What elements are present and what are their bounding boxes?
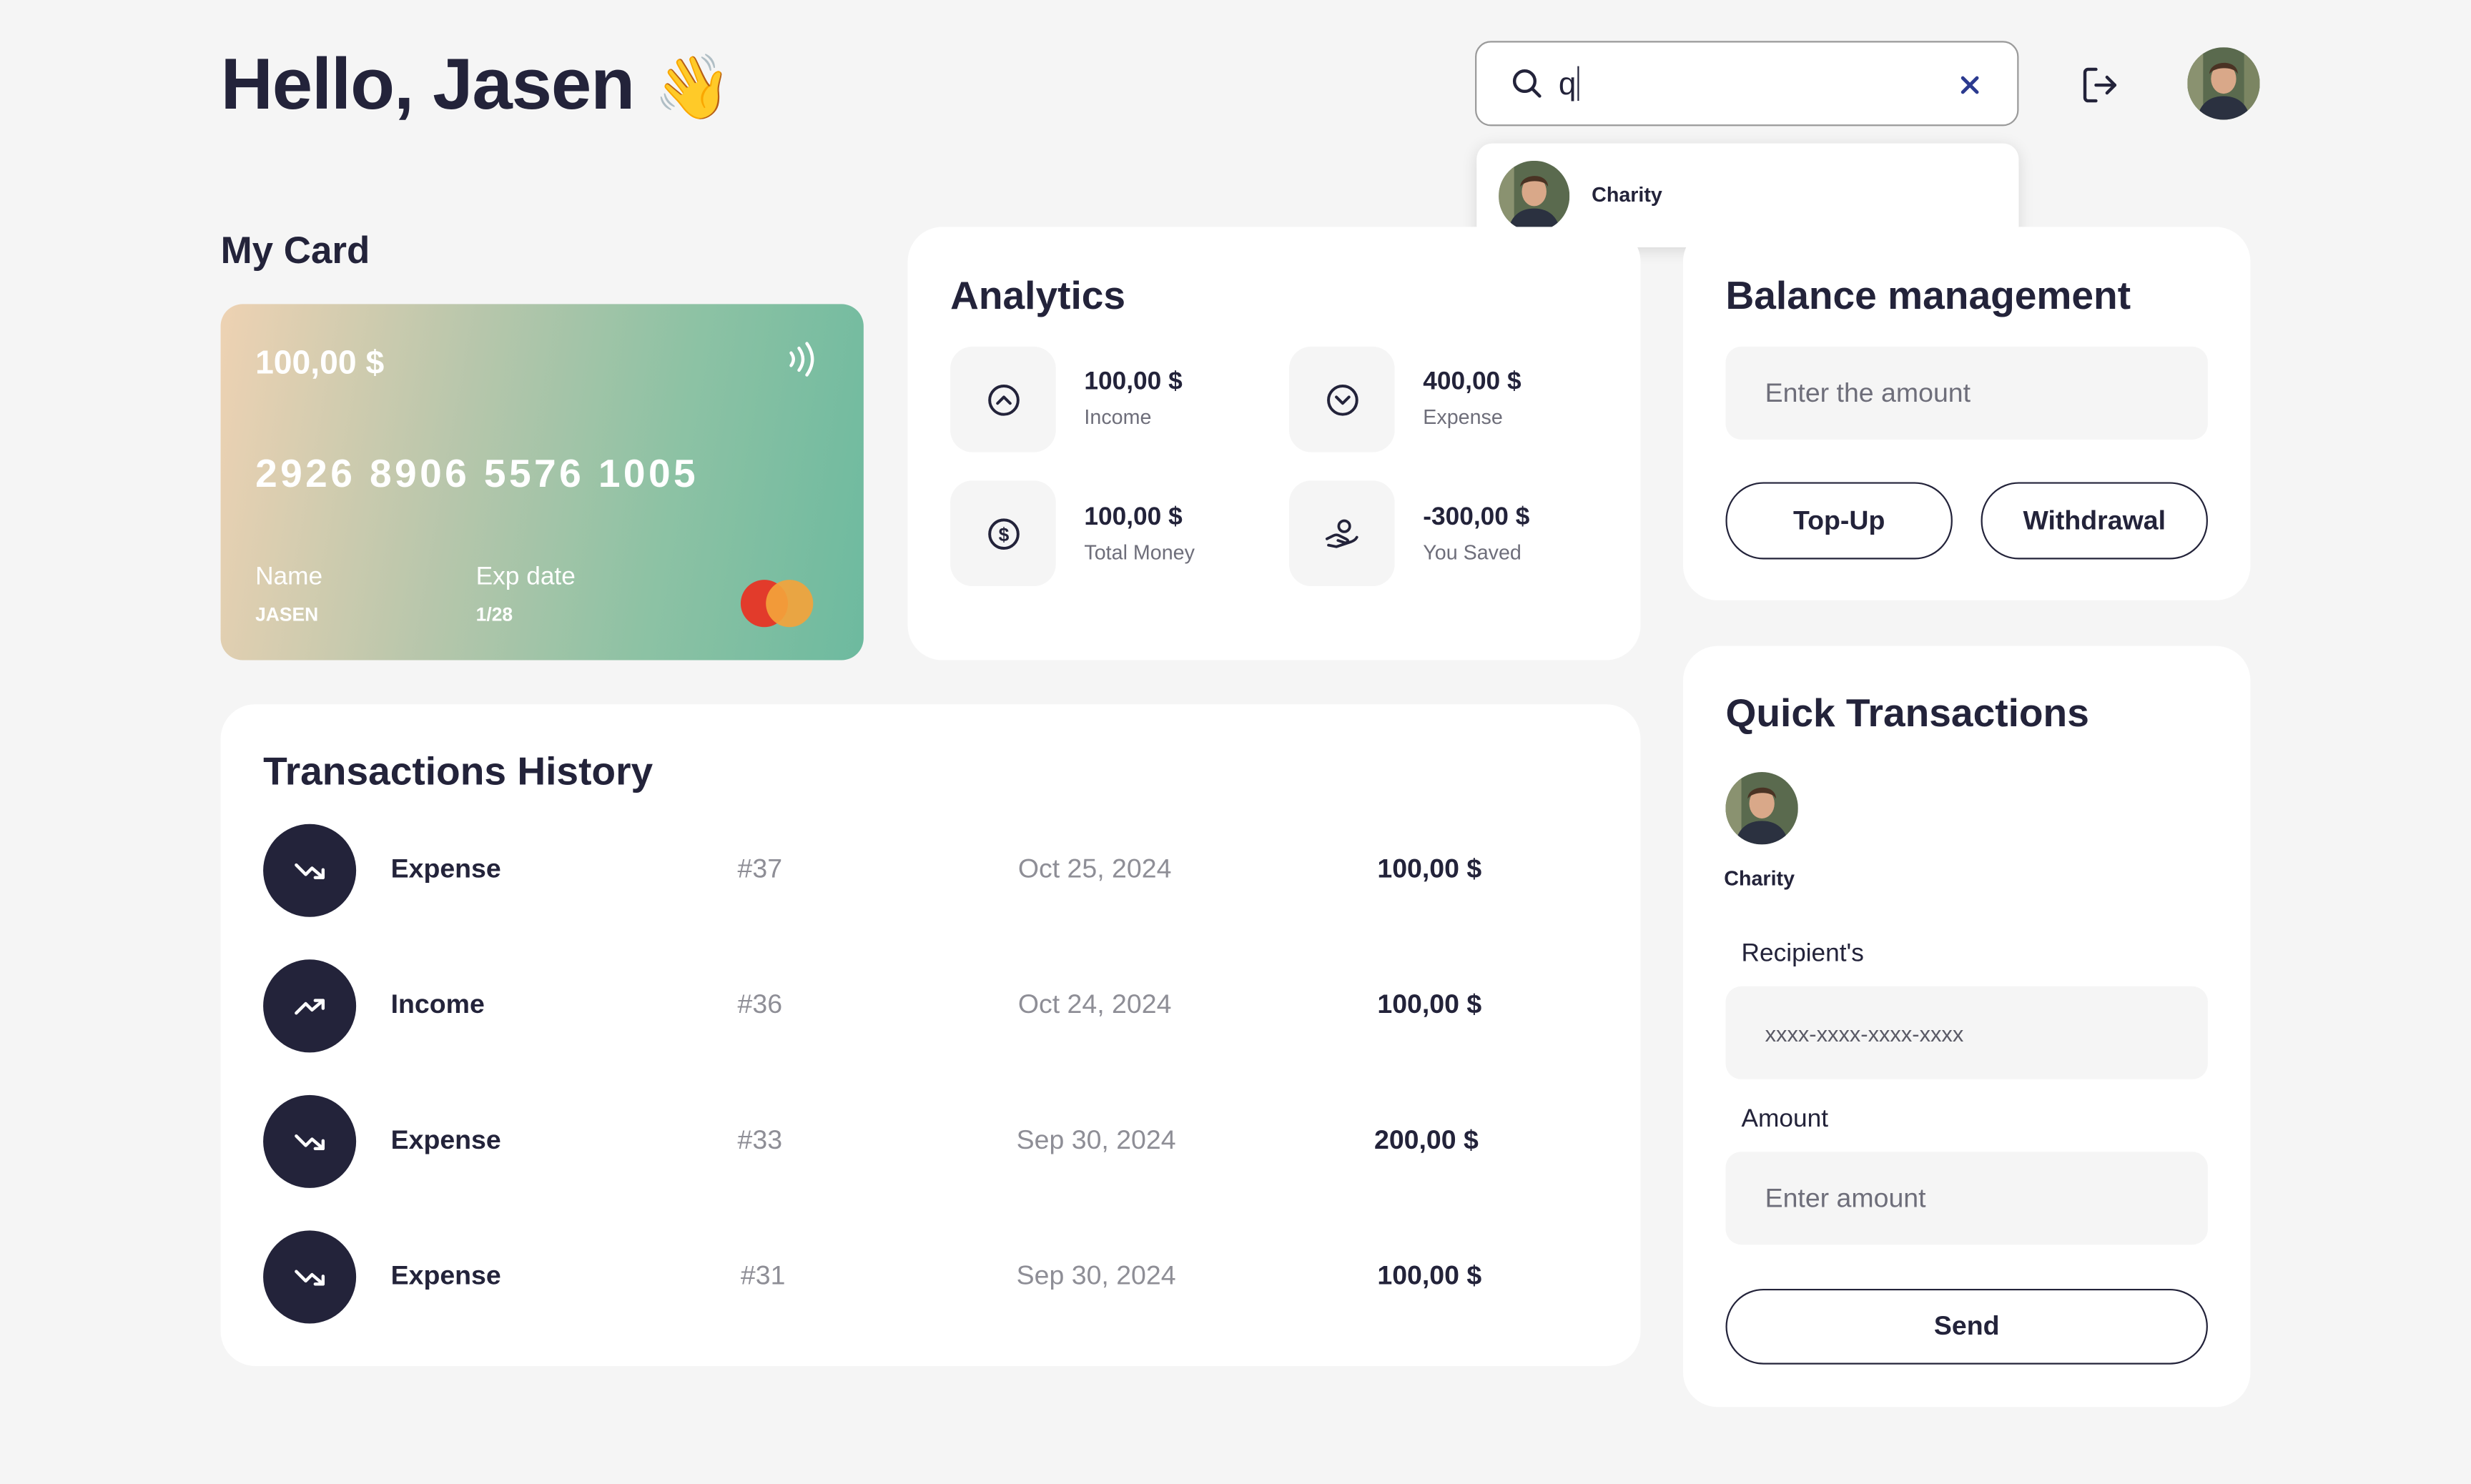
card-exp-label: Exp date <box>475 564 576 591</box>
total-money-tile: $ <box>950 480 1056 586</box>
charity-avatar <box>1499 160 1570 232</box>
card-name-value: JASEN <box>255 603 319 626</box>
close-icon[interactable] <box>1960 76 1979 94</box>
transaction-row[interactable]: Expense #37 Oct 25, 2024 100,00 $ <box>221 823 1641 917</box>
card-number: 2926 8906 5576 1005 <box>255 452 699 497</box>
expense-tile <box>1288 346 1395 452</box>
logout-icon[interactable] <box>2080 64 2121 105</box>
transaction-type: Expense <box>390 1260 501 1291</box>
greeting-title: Hello, Jasen 👋 <box>220 41 732 126</box>
amount-input[interactable]: Enter amount <box>1725 1152 2208 1245</box>
user-avatar[interactable] <box>2187 47 2260 120</box>
trend-down-icon <box>263 823 357 917</box>
total-money-value: 100,00 $ <box>1084 504 1183 531</box>
transaction-amount: 100,00 $ <box>1377 854 1482 884</box>
card-balance: 100,00 $ <box>255 345 385 382</box>
transactions-title: Transactions History <box>263 750 653 794</box>
text-caret <box>1577 66 1579 102</box>
transaction-amount: 100,00 $ <box>1377 1260 1482 1291</box>
transaction-id: #37 <box>737 854 783 884</box>
total-money-label: Total Money <box>1084 540 1195 565</box>
arrow-down-circle-icon <box>1326 383 1358 415</box>
transaction-date: Oct 25, 2024 <box>1017 854 1172 884</box>
expense-label: Expense <box>1423 405 1503 429</box>
transaction-type: Expense <box>390 854 501 884</box>
hand-coin-icon <box>1324 518 1358 548</box>
recipient-label: Recipient's <box>1741 940 1864 968</box>
balance-management-panel: Balance management Enter the amount Top-… <box>1682 227 2251 600</box>
transaction-type: Income <box>390 989 485 1020</box>
quick-contact[interactable]: Charity <box>1724 772 1820 898</box>
withdrawal-button[interactable]: Withdrawal <box>1981 482 2208 560</box>
trend-down-icon <box>263 1230 357 1324</box>
quick-transactions-panel: Quick Transactions Charity Recipient's x… <box>1682 645 2251 1408</box>
transaction-type: Expense <box>390 1124 501 1155</box>
income-value: 100,00 $ <box>1084 368 1183 396</box>
quick-transactions-title: Quick Transactions <box>1725 691 2089 736</box>
charity-avatar <box>1725 772 1798 845</box>
greeting-text: Hello, Jasen <box>220 42 636 125</box>
balance-amount-input[interactable]: Enter the amount <box>1725 346 2208 440</box>
trend-up-icon <box>263 959 357 1053</box>
dollar-circle-icon: $ <box>987 518 1019 549</box>
wave-icon: 👋 <box>653 53 732 123</box>
search-result-label: Charity <box>1592 182 1662 207</box>
transaction-date: Sep 30, 2024 <box>1016 1124 1176 1155</box>
transaction-date: Oct 24, 2024 <box>1017 989 1172 1020</box>
transactions-panel: Transactions History Expense #37 Oct 25,… <box>220 704 1641 1366</box>
amount-label: Amount <box>1741 1106 1829 1133</box>
trend-down-icon <box>263 1094 357 1188</box>
my-card-title: My Card <box>220 229 370 273</box>
svg-text:$: $ <box>998 523 1009 545</box>
you-saved-value: -300,00 $ <box>1423 504 1530 531</box>
you-saved-label: You Saved <box>1423 540 1521 565</box>
amount-placeholder: Enter amount <box>1765 1182 1926 1213</box>
transaction-amount: 200,00 $ <box>1373 1124 1479 1155</box>
contactless-icon <box>789 342 814 377</box>
transaction-id: #33 <box>737 1124 783 1155</box>
income-label: Income <box>1084 405 1152 429</box>
balance-management-title: Balance management <box>1725 274 2131 319</box>
transaction-amount: 100,00 $ <box>1377 989 1482 1020</box>
card-exp-value: 1/28 <box>475 603 513 626</box>
send-button[interactable]: Send <box>1725 1288 2208 1365</box>
transaction-row[interactable]: Income #36 Oct 24, 2024 100,00 $ <box>221 959 1641 1053</box>
transaction-date: Sep 30, 2024 <box>1016 1260 1176 1291</box>
credit-card[interactable]: 100,00 $ 2926 8906 5576 1005 Name JASEN … <box>220 304 864 661</box>
search-input[interactable]: q <box>1559 66 1579 104</box>
recipient-input[interactable]: xxxx-xxxx-xxxx-xxxx <box>1725 986 2208 1079</box>
transaction-id: #31 <box>740 1260 786 1291</box>
you-saved-tile <box>1288 480 1395 586</box>
analytics-panel: Analytics 100,00 $ Income 400,00 $ Expen… <box>907 227 1641 661</box>
search-bar[interactable]: q <box>1475 41 2019 127</box>
analytics-title: Analytics <box>950 274 1126 319</box>
topup-button[interactable]: Top-Up <box>1725 482 1953 560</box>
mastercard-logo <box>740 580 814 628</box>
balance-amount-placeholder: Enter the amount <box>1765 377 1971 407</box>
search-icon <box>1512 69 1542 98</box>
arrow-up-circle-icon <box>987 383 1019 415</box>
transaction-id: #36 <box>737 989 783 1020</box>
quick-contact-name: Charity <box>1724 866 1795 891</box>
transaction-row[interactable]: Expense #31 Sep 30, 2024 100,00 $ <box>221 1230 1641 1324</box>
recipient-placeholder: xxxx-xxxx-xxxx-xxxx <box>1765 1020 1964 1046</box>
income-tile <box>950 346 1056 452</box>
transaction-row[interactable]: Expense #33 Sep 30, 2024 200,00 $ <box>221 1094 1641 1188</box>
card-name-label: Name <box>255 564 323 591</box>
expense-value: 400,00 $ <box>1423 368 1521 396</box>
